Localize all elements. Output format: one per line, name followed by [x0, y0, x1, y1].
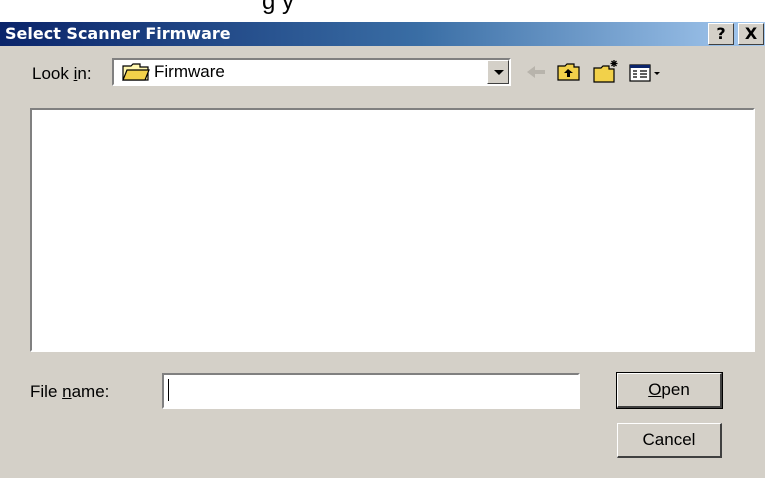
chevron-down-icon[interactable]	[487, 60, 509, 84]
title-bar[interactable]: Select Scanner Firmware ? X	[0, 22, 765, 46]
look-in-label: Look in:	[32, 64, 92, 83]
text-caret	[168, 379, 169, 401]
file-name-input[interactable]	[162, 373, 580, 409]
help-button[interactable]: ?	[708, 23, 734, 45]
look-in-value: Firmware	[154, 62, 225, 81]
close-button[interactable]: X	[738, 23, 764, 45]
file-name-label: File name:	[30, 382, 110, 401]
cropped-top-strip: g y	[0, 0, 765, 22]
view-menu-icon[interactable]	[628, 58, 664, 86]
open-button[interactable]: Open	[616, 372, 723, 409]
cropped-top-text: g y	[262, 0, 295, 15]
back-arrow-icon[interactable]	[524, 58, 548, 86]
cancel-button[interactable]: Cancel	[617, 423, 722, 458]
folder-icon	[122, 63, 150, 81]
look-in-combobox[interactable]: Firmware	[112, 58, 511, 86]
new-folder-icon[interactable]	[592, 58, 620, 86]
up-one-level-icon[interactable]	[556, 58, 582, 86]
file-list[interactable]	[30, 108, 755, 352]
dialog-title: Select Scanner Firmware	[5, 24, 231, 43]
